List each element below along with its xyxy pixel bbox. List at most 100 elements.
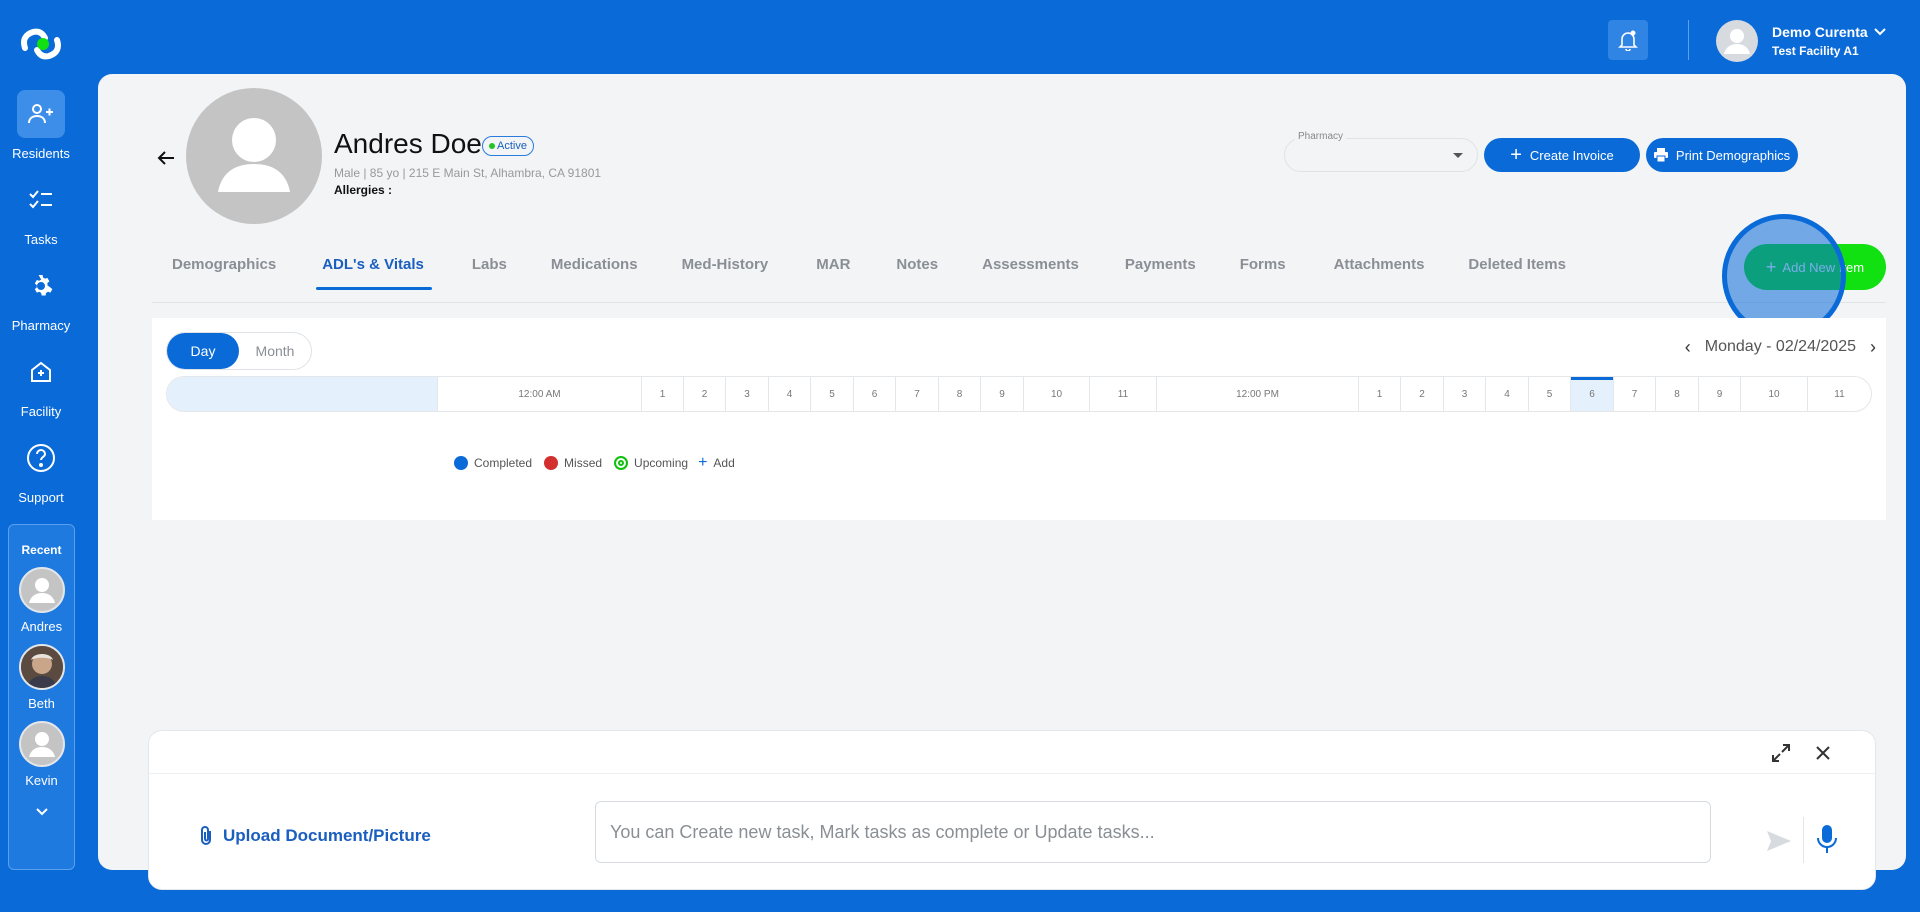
hour-cell[interactable]: 2	[1400, 377, 1443, 411]
add-new-item-label: Add New Item	[1782, 259, 1865, 275]
nav-label: Facility	[20, 404, 62, 419]
mic-divider	[1803, 817, 1804, 863]
hour-cell[interactable]: 12:00 AM	[437, 377, 641, 411]
gear-icon	[17, 262, 65, 310]
nav-label: Residents	[12, 146, 70, 161]
hour-cell[interactable]: 11	[1807, 377, 1871, 411]
nav-residents[interactable]: Residents	[0, 90, 82, 161]
tab-demographics[interactable]: Demographics	[172, 252, 276, 292]
hour-cell[interactable]: 10	[1740, 377, 1807, 411]
recent-name: Beth	[28, 696, 55, 711]
close-icon[interactable]	[1811, 741, 1835, 765]
view-day-button[interactable]: Day	[167, 333, 239, 369]
plus-icon: +	[1765, 257, 1777, 277]
chevron-down-icon	[1873, 28, 1886, 36]
resident-meta: Male | 85 yo | 215 E Main St, Alhambra, …	[334, 166, 602, 180]
assistant-panel: Upload Document/Picture	[148, 730, 1876, 890]
recent-name: Kevin	[25, 773, 58, 788]
app-logo-icon[interactable]	[19, 26, 63, 62]
resident-allergies: Allergies :	[334, 183, 393, 197]
hour-cell[interactable]: 4	[1485, 377, 1528, 411]
command-input[interactable]	[595, 801, 1711, 863]
panel-divider	[149, 773, 1875, 774]
avatar	[18, 567, 65, 613]
facility-icon	[17, 348, 65, 396]
hour-cell[interactable]: 9	[1698, 377, 1740, 411]
hour-cell[interactable]: 8	[938, 377, 980, 411]
resident-name: Andres Doe	[334, 128, 482, 159]
avatar-photo	[18, 644, 65, 690]
tab-mar[interactable]: MAR	[816, 252, 850, 292]
user-name: Demo Curenta	[1772, 24, 1868, 40]
left-rail: Residents Tasks Pharmacy Facility Suppor…	[0, 0, 82, 912]
hour-timeline: 12:00 AM 1 2 3 4 5 6 7 8 9 10 11 12:00 P…	[166, 376, 1872, 412]
chevron-right-icon[interactable]: ›	[1870, 337, 1876, 358]
tab-forms[interactable]: Forms	[1240, 252, 1286, 292]
hour-cell[interactable]: 2	[683, 377, 725, 411]
legend-upcoming: Upcoming	[634, 456, 689, 470]
printer-icon	[1653, 148, 1668, 162]
hour-cell[interactable]: 9	[980, 377, 1023, 411]
nav-label: Tasks	[24, 232, 58, 247]
recent-name: Andres	[20, 619, 63, 634]
timeline-row-header	[167, 377, 437, 411]
tab-assessments[interactable]: Assessments	[982, 252, 1079, 292]
chevron-left-icon[interactable]: ‹	[1685, 337, 1691, 358]
tab-attachments[interactable]: Attachments	[1334, 252, 1425, 292]
pharmacy-label: Pharmacy	[1295, 131, 1347, 142]
tasks-icon	[17, 176, 65, 224]
hour-cell[interactable]: 5	[810, 377, 853, 411]
hour-cell[interactable]: 3	[725, 377, 768, 411]
nav-support[interactable]: Support	[0, 434, 82, 505]
view-toggle: Day Month	[166, 332, 312, 370]
tab-payments[interactable]: Payments	[1125, 252, 1196, 292]
nav-label: Support	[18, 490, 64, 505]
send-icon[interactable]	[1765, 827, 1793, 855]
notification-bell-icon[interactable]	[1608, 20, 1648, 60]
nav-facility[interactable]: Facility	[0, 348, 82, 419]
status-legend: Completed Missed Upcoming + Add	[454, 454, 735, 472]
hour-cell[interactable]: 1	[1358, 377, 1400, 411]
tab-med-history[interactable]: Med-History	[682, 252, 769, 292]
help-icon	[17, 434, 65, 482]
create-invoice-button[interactable]: + Create Invoice	[1484, 138, 1640, 172]
hour-cell[interactable]: 1	[641, 377, 683, 411]
print-demographics-button[interactable]: Print Demographics	[1646, 138, 1798, 172]
hour-cell[interactable]: 11	[1089, 377, 1156, 411]
recent-item-kevin[interactable]: Kevin	[9, 721, 74, 788]
expand-icon[interactable]	[1769, 741, 1793, 765]
tab-notes[interactable]: Notes	[896, 252, 938, 292]
hour-cell[interactable]: 5	[1528, 377, 1570, 411]
legend-add: Add	[713, 456, 735, 470]
chevron-down-icon[interactable]	[9, 804, 74, 822]
legend-completed: Completed	[474, 456, 533, 470]
hour-cell[interactable]: 7	[1613, 377, 1655, 411]
nav-tasks[interactable]: Tasks	[0, 176, 82, 247]
hour-cell[interactable]: 8	[1655, 377, 1698, 411]
recent-item-beth[interactable]: Beth	[9, 644, 74, 711]
tab-deleted-items[interactable]: Deleted Items	[1468, 252, 1566, 292]
add-new-item-button[interactable]: + Add New Item	[1744, 244, 1886, 290]
user-menu[interactable]: Demo Curenta Test Facility A1	[1716, 20, 1886, 62]
back-arrow-icon[interactable]	[154, 146, 178, 170]
pharmacy-select[interactable]: Pharmacy	[1284, 131, 1478, 172]
tab-adls-vitals[interactable]: ADL's & Vitals	[316, 252, 432, 292]
microphone-icon[interactable]	[1813, 823, 1841, 855]
hour-cell[interactable]: 4	[768, 377, 810, 411]
hour-cell[interactable]: 6	[853, 377, 895, 411]
hour-cell[interactable]: 7	[895, 377, 938, 411]
hour-cell-current[interactable]: 6	[1570, 377, 1613, 411]
tab-medications[interactable]: Medications	[551, 252, 638, 292]
hour-cell[interactable]: 12:00 PM	[1156, 377, 1358, 411]
print-demographics-label: Print Demographics	[1675, 147, 1791, 163]
upload-document-button[interactable]: Upload Document/Picture	[197, 825, 431, 847]
top-divider	[1688, 20, 1689, 60]
caret-down-icon	[1453, 153, 1463, 158]
upcoming-ring-icon	[614, 456, 629, 470]
hour-cell[interactable]: 10	[1023, 377, 1089, 411]
nav-pharmacy[interactable]: Pharmacy	[0, 262, 82, 333]
hour-cell[interactable]: 3	[1443, 377, 1485, 411]
view-month-button[interactable]: Month	[239, 333, 311, 369]
recent-item-andres[interactable]: Andres	[9, 567, 74, 634]
tab-labs[interactable]: Labs	[472, 252, 507, 292]
